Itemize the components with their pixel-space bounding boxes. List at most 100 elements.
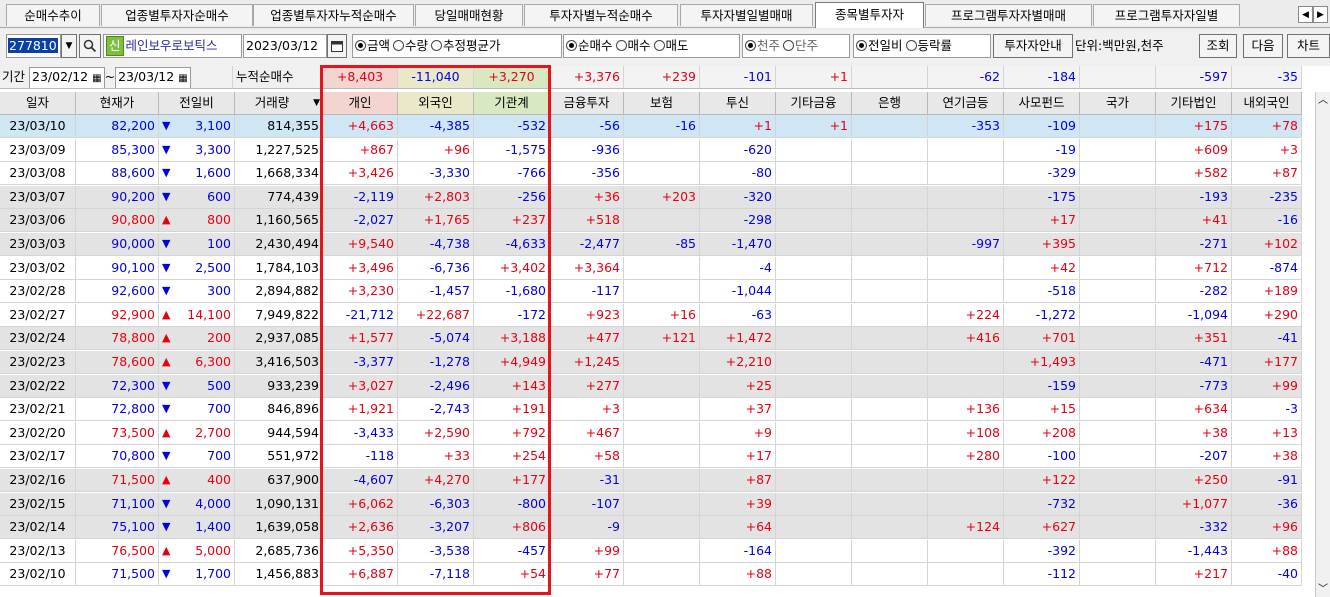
radio-icon [905, 40, 917, 51]
investor-value-cell: +191 [474, 398, 550, 422]
table-row[interactable]: 23/03/07 90,200 ▼ 600 774,439 -2,119 +2,803 -25… [0, 185, 1330, 209]
stock-name-field[interactable]: 신 레인보우로보틱스 [103, 34, 242, 58]
scroll-down-chevron-icon[interactable]: ﹀ [1316, 583, 1330, 597]
scroll-up-chevron-icon[interactable]: ︿ [1316, 94, 1330, 108]
table-row[interactable]: 23/02/22 72,300 ▼ 500 933,239 +3,027 -2,496 +14… [0, 374, 1330, 398]
compare-radio-1[interactable]: 전일비 [856, 38, 903, 53]
change-value: 1,700 [195, 566, 231, 582]
investor-value-cell: +467 [550, 421, 624, 445]
investor-value-cell [776, 421, 852, 445]
trade-radio-3[interactable]: 매도 [653, 38, 689, 53]
amount-radio-2[interactable]: 수량 [393, 38, 428, 53]
investor-value-cell: -800 [474, 492, 550, 516]
amount-radio-3[interactable]: 추정평균가 [431, 38, 501, 53]
table-row[interactable]: 23/02/20 73,500 ▲ 2,700 944,594 -3,433 +2,590 +… [0, 421, 1330, 445]
table-row[interactable]: 23/03/03 90,000 ▼ 100 2,430,494 +9,540 -4,738-… [0, 233, 1330, 256]
investor-value-cell: +9,540 [323, 233, 398, 256]
change-cell: ▼ 4,000 [159, 492, 235, 516]
sort-chevron-down-icon[interactable]: ▼ [313, 92, 320, 114]
investor-guide-button[interactable]: 투자자안내 [993, 34, 1073, 58]
amount-radio-1[interactable]: 금액 [355, 38, 390, 53]
investor-value-cell [928, 563, 1004, 587]
tab-6[interactable]: 투자자별일별매매 [680, 4, 813, 26]
tab-3[interactable]: 업종별투자자누적순매수 [253, 4, 414, 26]
table-row[interactable]: 23/02/24 78,800 ▲ 200 2,937,085 +1,577 -5,074 +… [0, 327, 1330, 351]
table-row[interactable]: 23/03/06 90,800 ▲ 800 1,160,565 -2,027 +1,765 +… [0, 209, 1330, 233]
date-cell: 23/02/28 [0, 280, 76, 304]
table-row[interactable]: 23/02/17 70,800 ▼ 700 551,972 -118 +33 +254 +58 +… [0, 445, 1330, 469]
table-row[interactable]: 23/02/14 75,100 ▼ 1,400 1,639,058 +2,636 -3,20… [0, 516, 1330, 540]
tab-5[interactable]: 투자자별누적순매수 [524, 4, 678, 26]
next-button[interactable]: 다음 [1243, 34, 1283, 58]
tab-next-arrow-icon[interactable]: ▶ [1313, 6, 1328, 23]
column-header: 거래량 ▼ [235, 92, 323, 115]
calendar-icon[interactable]: ▦ [92, 73, 101, 84]
table-row[interactable]: 23/02/16 71,500 ▲ 400 637,900 -4,607 +4,270 +17… [0, 469, 1330, 492]
column-header: 은행 [852, 92, 928, 115]
share-unit-radio-group: 천주 단주 [742, 34, 850, 58]
calendar-icon[interactable] [327, 34, 347, 58]
table-row[interactable]: 23/02/15 71,100 ▼ 4,000 1,090,131 +6,062 -6,30… [0, 492, 1330, 516]
query-button[interactable]: 조회 [1199, 34, 1237, 58]
period-from-input[interactable]: 23/02/12 ▦ [29, 67, 105, 88]
investor-value-cell [852, 185, 928, 209]
unit-radio-1[interactable]: 천주 [745, 38, 780, 53]
table-row[interactable]: 23/03/09 85,300 ▼ 3,300 1,227,525 +867 +96 -1,5… [0, 138, 1330, 162]
calendar-icon[interactable]: ▦ [178, 73, 187, 84]
compare-radio-2[interactable]: 등락률 [905, 38, 952, 53]
code-dropdown-chevron-down-icon[interactable]: ▼ [61, 34, 77, 58]
investor-value-cell [776, 209, 852, 233]
table-row[interactable]: 23/02/10 71,500 ▼ 1,700 1,456,883 +6,887 -7,11… [0, 563, 1330, 587]
volume-cell: 2,937,085 [235, 327, 323, 351]
investor-value-cell: -1,278 [398, 351, 474, 374]
investor-value-cell: +2,636 [323, 516, 398, 540]
table-row[interactable]: 23/03/08 88,600 ▼ 1,600 1,668,334 +3,426 -3,33… [0, 162, 1330, 186]
down-triangle-icon: ▼ [162, 378, 171, 392]
search-icon[interactable] [79, 34, 101, 58]
tab-1[interactable]: 순매수추이 [6, 4, 100, 26]
investor-value-cell [776, 233, 852, 256]
date-cell: 23/02/10 [0, 563, 76, 587]
period-to-input[interactable]: 23/03/12 ▦ [115, 67, 191, 88]
vertical-scrollbar[interactable]: ︿ ﹀ [1315, 92, 1330, 597]
investor-value-cell: +2,803 [398, 185, 474, 209]
investor-value-cell [1080, 563, 1156, 587]
table-row[interactable]: 23/02/21 72,800 ▼ 700 846,896 +1,921 -2,743 +19… [0, 398, 1330, 422]
investor-value-cell: +1,577 [323, 327, 398, 351]
table-row[interactable]: 23/02/13 76,500 ▲ 5,000 2,685,736 +5,350 -3,53… [0, 539, 1330, 563]
trade-radio-2[interactable]: 매수 [615, 38, 651, 53]
table-row[interactable]: 23/02/23 78,600 ▲ 6,300 3,416,503 -3,377 -1,27… [0, 351, 1330, 374]
radio-icon [355, 40, 366, 51]
investor-value-cell: +1 [700, 115, 776, 138]
tab-7[interactable]: 종목별투자자 [815, 2, 924, 28]
tab-9[interactable]: 프로그램투자자일별 [1093, 4, 1240, 26]
table-row[interactable]: 23/03/02 90,100 ▼ 2,500 1,784,103 +3,496 -6,73… [0, 256, 1330, 280]
investor-value-cell: -1,457 [398, 280, 474, 304]
change-cell: ▲ 6,300 [159, 351, 235, 374]
trade-radio-1[interactable]: 순매수 [566, 38, 613, 53]
tab-4[interactable]: 당일매매현황 [415, 4, 523, 26]
tab-8[interactable]: 프로그램투자자별매매 [925, 4, 1092, 26]
tab-2[interactable]: 업종별투자자순매수 [101, 4, 253, 26]
price-cell: 76,500 [76, 539, 159, 563]
change-value: 14,100 [187, 306, 231, 322]
chart-button[interactable]: 차트 [1287, 34, 1330, 58]
investor-value-cell [776, 469, 852, 492]
table-row[interactable]: 23/02/28 92,600 ▼ 300 2,894,882 +3,230 -1,457-… [0, 280, 1330, 304]
investor-value-cell: -471 [1156, 351, 1232, 374]
unit-radio-2[interactable]: 단주 [783, 38, 818, 53]
change-value: 2,700 [195, 424, 231, 440]
stock-code-input[interactable]: 277810 [6, 34, 61, 58]
volume-cell: 1,668,334 [235, 162, 323, 186]
table-row[interactable]: 23/02/27 92,900 ▲ 14,100 7,949,822 -21,712 +22… [0, 303, 1330, 327]
volume-cell: 1,227,525 [235, 138, 323, 162]
table-row[interactable]: 23/03/10 82,200 ▼ 3,100 814,355 +4,663 -4,385-… [0, 115, 1330, 138]
investor-value-cell: -1,470 [700, 233, 776, 256]
summary-value: +3,270 [474, 66, 550, 89]
volume-cell: 1,160,565 [235, 209, 323, 233]
change-value: 3,300 [195, 141, 231, 157]
date-cell: 23/02/13 [0, 539, 76, 563]
toolbar: 277810 ▼ 신 레인보우로보틱스 2023/03/12 금액 수량 추정평균가 … [0, 31, 1330, 61]
date-input[interactable]: 2023/03/12 [243, 34, 327, 58]
tab-prev-arrow-icon[interactable]: ◀ [1298, 6, 1313, 23]
